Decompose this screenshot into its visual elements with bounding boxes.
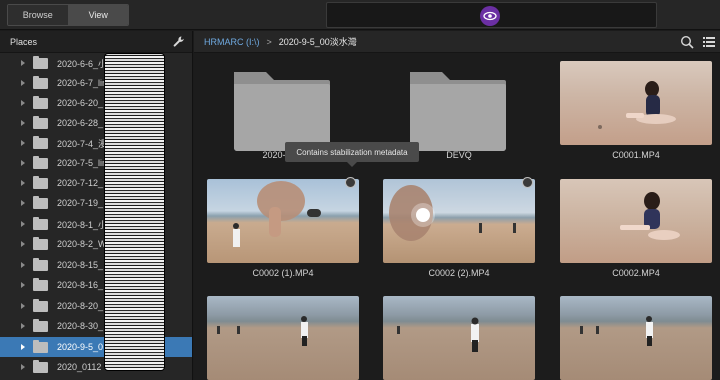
expand-arrow-icon[interactable]	[21, 160, 25, 166]
folder-icon	[33, 175, 48, 189]
stabilization-badge-icon[interactable]	[522, 177, 533, 188]
top-toolbar: Browse View	[0, 0, 720, 30]
folder-icon	[33, 236, 48, 250]
tree-folder-label: 2020-6-6_小	[57, 58, 108, 69]
expand-arrow-icon[interactable]	[21, 221, 25, 227]
places-header: Places	[0, 31, 192, 53]
expand-arrow-icon[interactable]	[21, 120, 25, 126]
content-area: HRMARC (I:\) > 2020-9-5_00淡水灣 2020-9-5_ …	[194, 31, 720, 380]
folder-icon	[33, 95, 48, 109]
tree-folder-label: 2020-8-15_	[57, 260, 104, 270]
breadcrumb-current[interactable]: 2020-9-5_00淡水灣	[279, 35, 357, 48]
expand-arrow-icon[interactable]	[21, 100, 25, 106]
expand-arrow-icon[interactable]	[21, 303, 25, 309]
expand-arrow-icon[interactable]	[21, 60, 25, 66]
tree-folder-label: 2020-8-2_W	[57, 239, 107, 249]
video-thumbnail[interactable]	[560, 296, 712, 380]
app-eye-logo-icon[interactable]	[480, 6, 500, 26]
tree-folder-label: 2020-7-12_	[57, 178, 104, 188]
expand-arrow-icon[interactable]	[21, 200, 25, 206]
folder-tile[interactable]	[408, 64, 508, 154]
folder-icon	[33, 135, 48, 149]
folder-icon	[33, 257, 48, 271]
browse-tab[interactable]: Browse	[8, 5, 69, 25]
tree-folder-label: 2020-8-16_	[57, 280, 104, 290]
expand-arrow-icon[interactable]	[21, 80, 25, 86]
tree-folder-label: 2020-6-20_	[57, 98, 104, 108]
expand-arrow-icon[interactable]	[21, 262, 25, 268]
video-thumbnail[interactable]	[207, 179, 359, 263]
breadcrumb-separator: >	[266, 36, 272, 47]
expand-arrow-icon[interactable]	[21, 140, 25, 146]
wrench-icon[interactable]	[172, 35, 186, 49]
tile-caption: C0002.MP4	[612, 268, 660, 278]
stabilization-badge-icon[interactable]	[345, 177, 356, 188]
folder-icon	[33, 359, 48, 373]
expand-arrow-icon[interactable]	[21, 364, 25, 370]
tree-folder-label: 2020-6-28_	[57, 118, 104, 128]
video-thumbnail[interactable]	[383, 296, 535, 380]
expand-arrow-icon[interactable]	[21, 344, 25, 350]
folder-icon	[33, 216, 48, 230]
expand-arrow-icon[interactable]	[21, 180, 25, 186]
list-view-icon[interactable]	[702, 35, 716, 49]
view-tab[interactable]: View	[68, 5, 128, 25]
mode-switch: Browse View	[7, 4, 129, 26]
folder-icon	[33, 115, 48, 129]
places-title: Places	[10, 36, 38, 47]
folder-icon	[33, 277, 48, 291]
expand-arrow-icon[interactable]	[21, 282, 25, 288]
tree-folder-label: 2020-7-5_lin	[57, 158, 108, 168]
tree-folder-label: 2020-8-20_	[57, 301, 104, 311]
folder-icon	[410, 72, 506, 151]
folder-icon	[33, 155, 48, 169]
stabilization-tooltip: Contains stabilization metadata	[285, 142, 419, 167]
tree-folder-label: 2020_0112	[57, 362, 102, 372]
breadcrumb: HRMARC (I:\) > 2020-9-5_00淡水灣	[194, 31, 720, 53]
app-title-area	[326, 2, 657, 28]
tree-folder-label: 2020-8-30_	[57, 321, 104, 331]
tree-folder-label: 2020-9-5_0	[57, 342, 104, 352]
tree-folder-label: 2020-7-19_	[57, 198, 104, 208]
places-sidebar: Places 2020-6-6_小 2020-6-7_lin 2020-6-20…	[0, 31, 193, 380]
video-thumbnail[interactable]	[560, 179, 712, 263]
folder-icon	[234, 72, 330, 151]
folder-icon	[33, 318, 48, 332]
folder-icon	[33, 339, 48, 353]
tree-folder-label: 2020-7-4_漫	[57, 138, 108, 149]
folder-icon	[33, 298, 48, 312]
folder-tile[interactable]	[232, 64, 332, 154]
folder-icon	[33, 195, 48, 209]
video-thumbnail[interactable]	[207, 296, 359, 380]
search-icon[interactable]	[680, 35, 694, 49]
folder-icon	[33, 75, 48, 89]
redaction-overlay	[104, 53, 165, 371]
expand-arrow-icon[interactable]	[21, 241, 25, 247]
breadcrumb-root-link[interactable]: HRMARC (I:\)	[204, 37, 260, 47]
tile-caption: C0002 (1).MP4	[252, 268, 314, 278]
video-thumbnail[interactable]	[560, 61, 712, 145]
folder-icon	[33, 55, 48, 69]
video-thumbnail[interactable]	[383, 179, 535, 263]
tree-folder-label: 2020-6-7_lin	[57, 78, 108, 88]
expand-arrow-icon[interactable]	[21, 323, 25, 329]
tile-caption: C0002 (2).MP4	[428, 268, 490, 278]
tree-folder-label: 2020-8-1_小	[57, 219, 108, 230]
tile-caption: C0001.MP4	[612, 150, 660, 160]
